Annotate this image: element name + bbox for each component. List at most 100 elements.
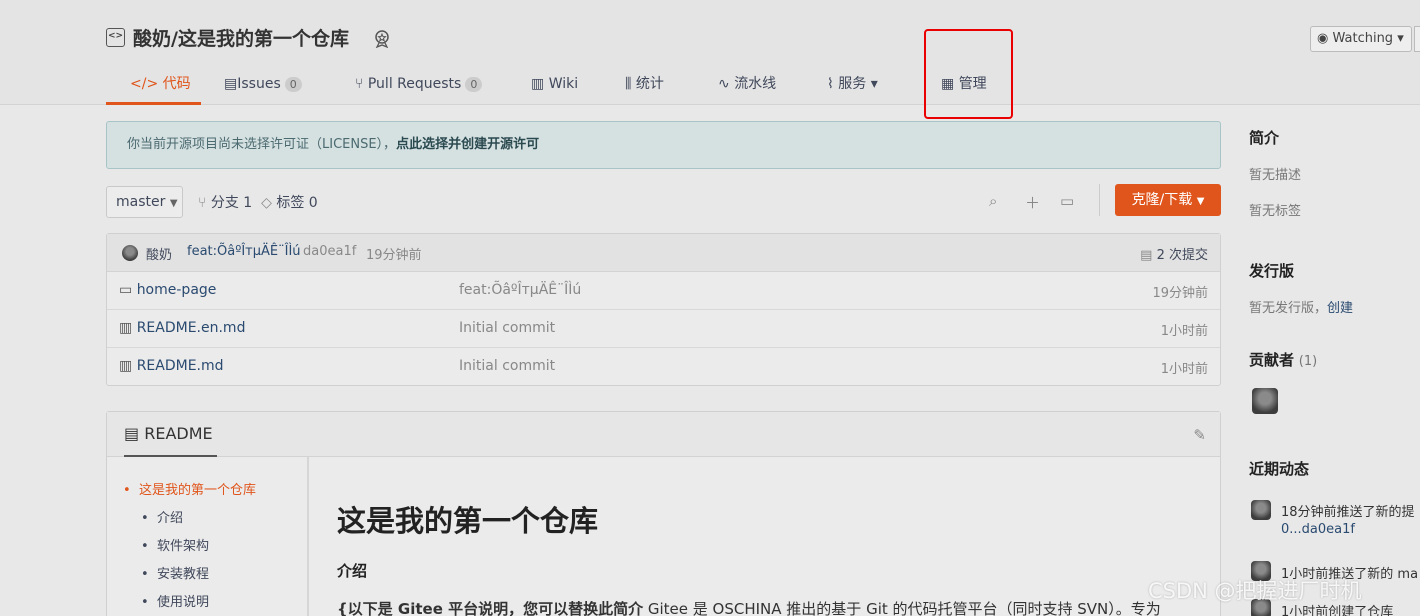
contributors-heading: 贡献者 (1) — [1249, 349, 1317, 370]
tab-label: 流水线 — [734, 76, 777, 92]
code-icon: </> — [130, 76, 159, 92]
monitor-icon[interactable]: ▭ — [1060, 192, 1074, 210]
eye-icon: ◉ — [1317, 31, 1329, 46]
file-time: 1小时前 — [1160, 324, 1208, 339]
file-commit-message[interactable]: Initial commit — [459, 320, 555, 336]
license-notice: 你当前开源项目尚未选择许可证（LICENSE），点此选择并创建开源许可 — [106, 121, 1221, 169]
tab-count: 0 — [465, 77, 483, 92]
table-row[interactable]: ▭ home-page feat:ÕâºÎтµÄÊ¨ÎÌú 19分钟前 — [107, 272, 1220, 310]
intro-title: 简介 — [1249, 129, 1280, 147]
activity-title: 近期动态 — [1249, 460, 1310, 478]
branch-name: master — [116, 194, 166, 210]
readme-tab[interactable]: ▤ README — [124, 412, 217, 457]
watermark: CSDN @把握进厂时机 — [1148, 579, 1362, 603]
toc-item[interactable]: • 介绍 — [141, 507, 183, 526]
readme-heading: 这是我的第一个仓库 — [337, 504, 599, 538]
no-release: 暂无发行版， — [1249, 301, 1328, 316]
file-name[interactable]: home-page — [137, 282, 217, 298]
avatar[interactable] — [1251, 500, 1271, 520]
file-icon: ▥ — [119, 320, 133, 336]
latest-commit-bar: 酸奶 feat:ÕâºÎтµÄÊ¨ÎÌú da0ea1f 19分钟前 ▤ 2 次… — [107, 234, 1220, 272]
readme-paragraph: {以下是 Gitee 平台说明，您可以替换此简介 Gitee 是 OSCHINA… — [337, 598, 1161, 616]
tab-pull-requests[interactable]: ⑂ Pull Requests 0 — [355, 72, 483, 105]
chart-icon: ⫼ — [625, 76, 632, 92]
contributor-avatar[interactable] — [1252, 388, 1278, 414]
readme-title: README — [144, 424, 213, 443]
tag-icon: ◇ — [261, 195, 272, 211]
file-commit-message[interactable]: feat:ÕâºÎтµÄÊ¨ÎÌú — [459, 282, 581, 298]
no-description: 暂无描述 — [1249, 168, 1302, 183]
tab-services[interactable]: ⌇ 服务 ▾ — [827, 72, 878, 105]
toc-item[interactable]: • 这是我的第一个仓库 — [123, 479, 256, 498]
tags-link[interactable]: 标签 0 — [276, 195, 317, 211]
watch-button[interactable]: ◉ Watching ▾ — [1310, 26, 1412, 52]
pull-request-icon: ⑂ — [355, 76, 364, 92]
avatar[interactable] — [122, 245, 138, 261]
commit-count-text: 2 次提交 — [1156, 248, 1208, 263]
activity-commit-link[interactable]: 0...da0ea1f — [1281, 522, 1355, 537]
chevron-down-icon: ▼ — [169, 198, 178, 209]
repo-title[interactable]: 酸奶/这是我的第一个仓库 — [133, 24, 349, 51]
tab-label: 统计 — [635, 76, 664, 92]
pulse-icon: ⌇ — [827, 76, 834, 92]
toc-label: 安装教程 — [156, 567, 209, 582]
toc-label: 软件架构 — [156, 539, 209, 554]
recommend-badge-icon[interactable] — [372, 28, 392, 48]
active-tab-indicator — [106, 102, 201, 105]
toc-label: 使用说明 — [156, 595, 209, 610]
create-release-link[interactable]: 创建 — [1327, 301, 1353, 316]
commit-message[interactable]: feat:ÕâºÎтµÄÊ¨ÎÌú — [187, 244, 301, 259]
toc-label: 这是我的第一个仓库 — [138, 483, 256, 498]
table-row[interactable]: ▥ README.md Initial commit 1小时前 — [107, 348, 1220, 386]
tab-stats[interactable]: ⫼ 统计 — [625, 72, 664, 105]
plus-icon[interactable]: ＋ — [1025, 192, 1040, 213]
readme-toc: • 这是我的第一个仓库 • 介绍 • 软件架构 • 安装教程 • 使用说明 — [107, 457, 309, 616]
tab-label: 代码 — [162, 76, 191, 92]
edit-icon[interactable]: ✎ — [1193, 426, 1206, 444]
branch-select[interactable]: master ▼ — [106, 186, 183, 218]
toc-item[interactable]: • 安装教程 — [141, 563, 209, 582]
watch-count-button[interactable] — [1414, 26, 1420, 52]
readme-header: ▤ README ✎ — [107, 412, 1220, 457]
release-title: 发行版 — [1249, 262, 1295, 280]
tab-label: Wiki — [548, 76, 579, 92]
table-row[interactable]: ▥ README.en.md Initial commit 1小时前 — [107, 310, 1220, 348]
watch-label: Watching — [1332, 31, 1394, 46]
commit-hash[interactable]: da0ea1f — [303, 244, 356, 259]
clone-label: 克隆/下载 — [1131, 192, 1193, 208]
folder-icon: ▭ — [119, 282, 133, 298]
tab-code[interactable]: </> 代码 — [130, 72, 191, 105]
commit-author[interactable]: 酸奶 — [146, 244, 172, 263]
activity-item[interactable]: 18分钟前推送了新的提 — [1281, 501, 1415, 520]
readme-subheading: 介绍 — [337, 562, 368, 580]
contributors-count: (1) — [1298, 354, 1318, 369]
branch-icon: ⑂ — [198, 195, 207, 211]
release-info: 暂无发行版，创建 — [1249, 297, 1353, 316]
commit-count[interactable]: ▤ 2 次提交 — [1140, 244, 1208, 263]
tab-wiki[interactable]: ▥ Wiki — [531, 72, 578, 105]
tab-label: 服务 — [838, 76, 867, 92]
file-commit-message[interactable]: Initial commit — [459, 358, 555, 374]
readme-icon: ▤ — [124, 424, 140, 443]
file-list: 酸奶 feat:ÕâºÎтµÄÊ¨ÎÌú da0ea1f 19分钟前 ▤ 2 次… — [106, 233, 1221, 386]
toc-item[interactable]: • 使用说明 — [141, 591, 209, 610]
tab-count: 0 — [284, 77, 302, 92]
branches-link[interactable]: 分支 1 — [211, 195, 252, 211]
clone-download-button[interactable]: 克隆/下载 ▼ — [1115, 184, 1221, 216]
chevron-down-icon: ▾ — [1397, 31, 1404, 46]
search-icon[interactable]: ⌕ — [989, 192, 997, 210]
contributors-title: 贡献者 — [1249, 351, 1295, 369]
tab-issues[interactable]: ▤Issues 0 — [224, 72, 302, 105]
toolbar-divider — [1099, 184, 1100, 216]
tab-label: Issues — [237, 76, 281, 92]
toc-item[interactable]: • 软件架构 — [141, 535, 209, 554]
readme-body-text: Gitee 是 OSCHINA 推出的基于 Git 的代码托管平台（同时支持 S… — [643, 600, 1161, 616]
file-icon: ▥ — [119, 358, 133, 374]
file-name[interactable]: README.en.md — [137, 320, 246, 336]
tab-pipeline[interactable]: ∿ 流水线 — [718, 72, 776, 105]
file-name[interactable]: README.md — [137, 358, 224, 374]
issues-icon: ▤ — [224, 76, 238, 92]
create-license-link[interactable]: 点此选择并创建开源许可 — [396, 137, 539, 152]
repo-code-icon: <> — [106, 28, 125, 47]
commits-icon: ▤ — [1140, 248, 1153, 263]
